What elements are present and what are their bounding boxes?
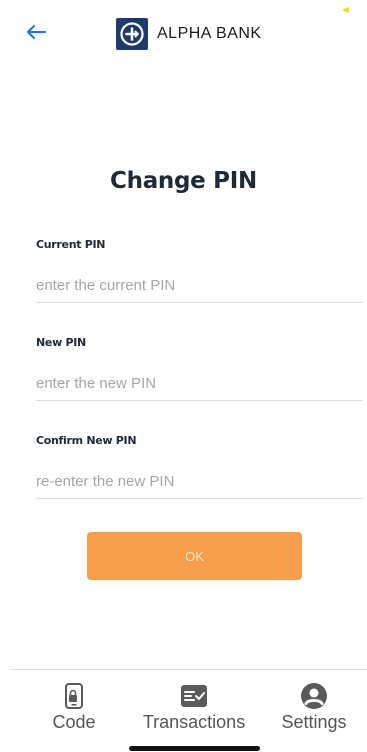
checklist-icon [179, 682, 209, 710]
status-indicator-icon [342, 7, 349, 13]
nav-item-settings[interactable]: Settings [274, 682, 354, 733]
change-pin-screen: ALPHA BANK Change PIN Current PIN New PI… [0, 0, 367, 752]
confirm-pin-input[interactable] [36, 465, 363, 499]
bottom-nav: Code Transactions Settings [0, 670, 367, 736]
nav-item-code[interactable]: Code [48, 682, 100, 733]
alpha-bank-logo-icon [116, 18, 148, 50]
app-header: ALPHA BANK [0, 0, 367, 70]
current-pin-label: Current PIN [36, 238, 106, 251]
brand-name: ALPHA BANK [157, 25, 262, 42]
current-pin-input[interactable] [36, 269, 363, 303]
current-pin-field: Current PIN [36, 238, 363, 303]
home-indicator[interactable] [129, 746, 260, 751]
back-button[interactable] [24, 20, 48, 44]
phone-lock-icon [59, 682, 89, 710]
back-arrow-icon [27, 25, 46, 39]
brand-logo: ALPHA BANK [116, 18, 262, 50]
new-pin-label: New PIN [36, 336, 86, 349]
nav-item-transactions[interactable]: Transactions [135, 682, 253, 733]
confirm-pin-label: Confirm New PIN [36, 434, 137, 447]
confirm-pin-field: Confirm New PIN [36, 434, 363, 499]
account-circle-icon [299, 682, 329, 710]
ok-button[interactable]: OK [87, 532, 302, 580]
nav-label-settings: Settings [281, 712, 347, 732]
nav-label-transactions: Transactions [142, 712, 246, 732]
new-pin-field: New PIN [36, 336, 363, 401]
new-pin-input[interactable] [36, 367, 363, 401]
nav-label-code: Code [52, 712, 96, 732]
page-title: Change PIN [110, 168, 257, 194]
